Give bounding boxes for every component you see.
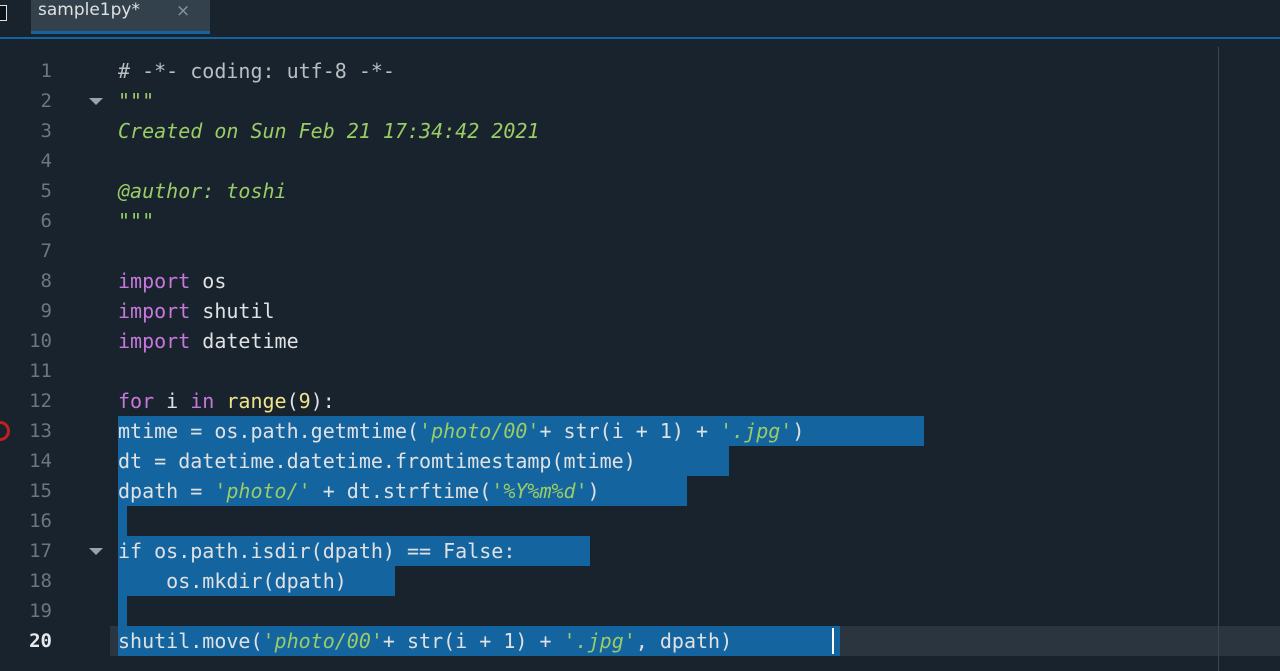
code-line[interactable]: """: [118, 86, 154, 116]
line-number[interactable]: 2: [0, 86, 52, 116]
line-number[interactable]: 16: [0, 506, 52, 536]
code-line[interactable]: Created on Sun Feb 21 17:34:42 2021: [118, 116, 539, 146]
code-token: mtime = os.path.getmtime(: [118, 419, 420, 443]
code-token: 9: [298, 389, 311, 413]
code-token: shutil.move(: [118, 629, 263, 653]
code-token: dt = datetime.datetime.fromtimestamp(mti…: [118, 449, 636, 473]
code-token: # -*- coding: utf-8 -*-: [118, 59, 395, 83]
selection-highlight: [118, 596, 127, 626]
code-token: if os.path.isdir(dpath) == False:: [118, 539, 516, 563]
code-token: import: [118, 329, 191, 353]
code-token: + str(i + 1) +: [382, 629, 564, 653]
line-number[interactable]: 12: [0, 386, 52, 416]
line-number[interactable]: 11: [0, 356, 52, 386]
code-line[interactable]: if os.path.isdir(dpath) == False:: [118, 536, 515, 566]
code-token: """: [118, 209, 155, 233]
line-number[interactable]: 18: [0, 566, 52, 596]
tab-sample1py[interactable]: sample1py* ×: [31, 0, 210, 32]
line-number[interactable]: 4: [0, 146, 52, 176]
tab-label: sample1py*: [38, 0, 140, 20]
code-token: import: [118, 299, 191, 323]
selection-highlight: [118, 506, 127, 536]
line-number[interactable]: 7: [0, 236, 52, 266]
code-token: + str(i + 1) +: [539, 419, 721, 443]
line-number[interactable]: 5: [0, 176, 52, 206]
code-line[interactable]: # -*- coding: utf-8 -*-: [118, 56, 395, 86]
line-number[interactable]: 3: [0, 116, 52, 146]
line-number[interactable]: 8: [0, 266, 52, 296]
code-token: i: [154, 389, 191, 413]
line-number[interactable]: 19: [0, 596, 52, 626]
line-number[interactable]: 1: [0, 56, 52, 86]
line-number-gutter[interactable]: 1 2 3 4 5 6 7 8 9 10 11 12 13 14 15 16 17 18 19 20: [0, 39, 110, 671]
fold-toggle-icon[interactable]: [89, 98, 103, 105]
code-line[interactable]: import os: [118, 266, 226, 296]
ide-window: sample1py* × 1 2 3 4 5 6 7 8 9 10 11 12 13 14 15 16 17 18…: [0, 0, 1280, 671]
line-number[interactable]: 15: [0, 476, 52, 506]
pane-menu-icon[interactable]: [0, 5, 7, 21]
code-token: Created on Sun Feb 21 17:34:42 2021: [118, 119, 540, 143]
active-tab-indicator: [31, 31, 210, 34]
code-token: + dt.strftime(: [310, 479, 492, 503]
line-number[interactable]: 6: [0, 206, 52, 236]
code-line[interactable]: dt = datetime.datetime.fromtimestamp(mti…: [118, 446, 636, 476]
line-number[interactable]: 9: [0, 296, 52, 326]
code-line[interactable]: os.mkdir(dpath): [118, 566, 347, 596]
code-line[interactable]: dpath = 'photo/' + dt.strftime('%Y%m%d'): [118, 476, 600, 506]
code-token: os.mkdir(dpath): [118, 569, 347, 593]
code-line[interactable]: mtime = os.path.getmtime('photo/00'+ str…: [118, 416, 804, 446]
code-token: ):: [310, 389, 335, 413]
code-token: (: [286, 389, 299, 413]
code-token: dpath =: [118, 479, 215, 503]
code-token: 'photo/00': [419, 419, 540, 443]
code-line[interactable]: @author: toshi: [118, 176, 287, 206]
code-token: ): [587, 479, 600, 503]
line-number[interactable]: 17: [0, 536, 52, 566]
code-token: range: [226, 389, 287, 413]
code-token: @author: toshi: [118, 179, 287, 203]
code-token: , dpath): [635, 629, 733, 653]
line-number[interactable]: 14: [0, 446, 52, 476]
tab-close-icon[interactable]: ×: [176, 1, 190, 21]
code-line[interactable]: import shutil: [118, 296, 275, 326]
editor-tab-bar: sample1py* ×: [0, 0, 1280, 37]
code-token: '%Y%m%d': [491, 479, 588, 503]
code-token: os: [190, 269, 227, 293]
code-token: datetime: [190, 329, 299, 353]
edge-line-marker: [1218, 47, 1219, 671]
code-line[interactable]: """: [118, 206, 154, 236]
code-editor[interactable]: 1 2 3 4 5 6 7 8 9 10 11 12 13 14 15 16 17 18 19 20 # -*- co…: [0, 39, 1280, 671]
code-token: '.jpg': [563, 629, 636, 653]
code-token: '.jpg': [720, 419, 793, 443]
code-token: """: [118, 89, 155, 113]
code-line[interactable]: import datetime: [118, 326, 299, 356]
code-token: import: [118, 269, 191, 293]
code-token: 'photo/00': [262, 629, 383, 653]
code-token: shutil: [190, 299, 275, 323]
code-token: 'photo/': [214, 479, 311, 503]
code-token: ): [792, 419, 805, 443]
line-number[interactable]: 10: [0, 326, 52, 356]
fold-toggle-icon[interactable]: [89, 548, 103, 555]
code-line[interactable]: shutil.move('photo/00'+ str(i + 1) + '.j…: [118, 626, 732, 656]
code-line[interactable]: for i in range(9):: [118, 386, 335, 416]
line-number[interactable]: 20: [0, 626, 52, 656]
code-token: for: [118, 389, 155, 413]
text-caret: [832, 628, 834, 654]
code-token: in: [190, 389, 215, 413]
